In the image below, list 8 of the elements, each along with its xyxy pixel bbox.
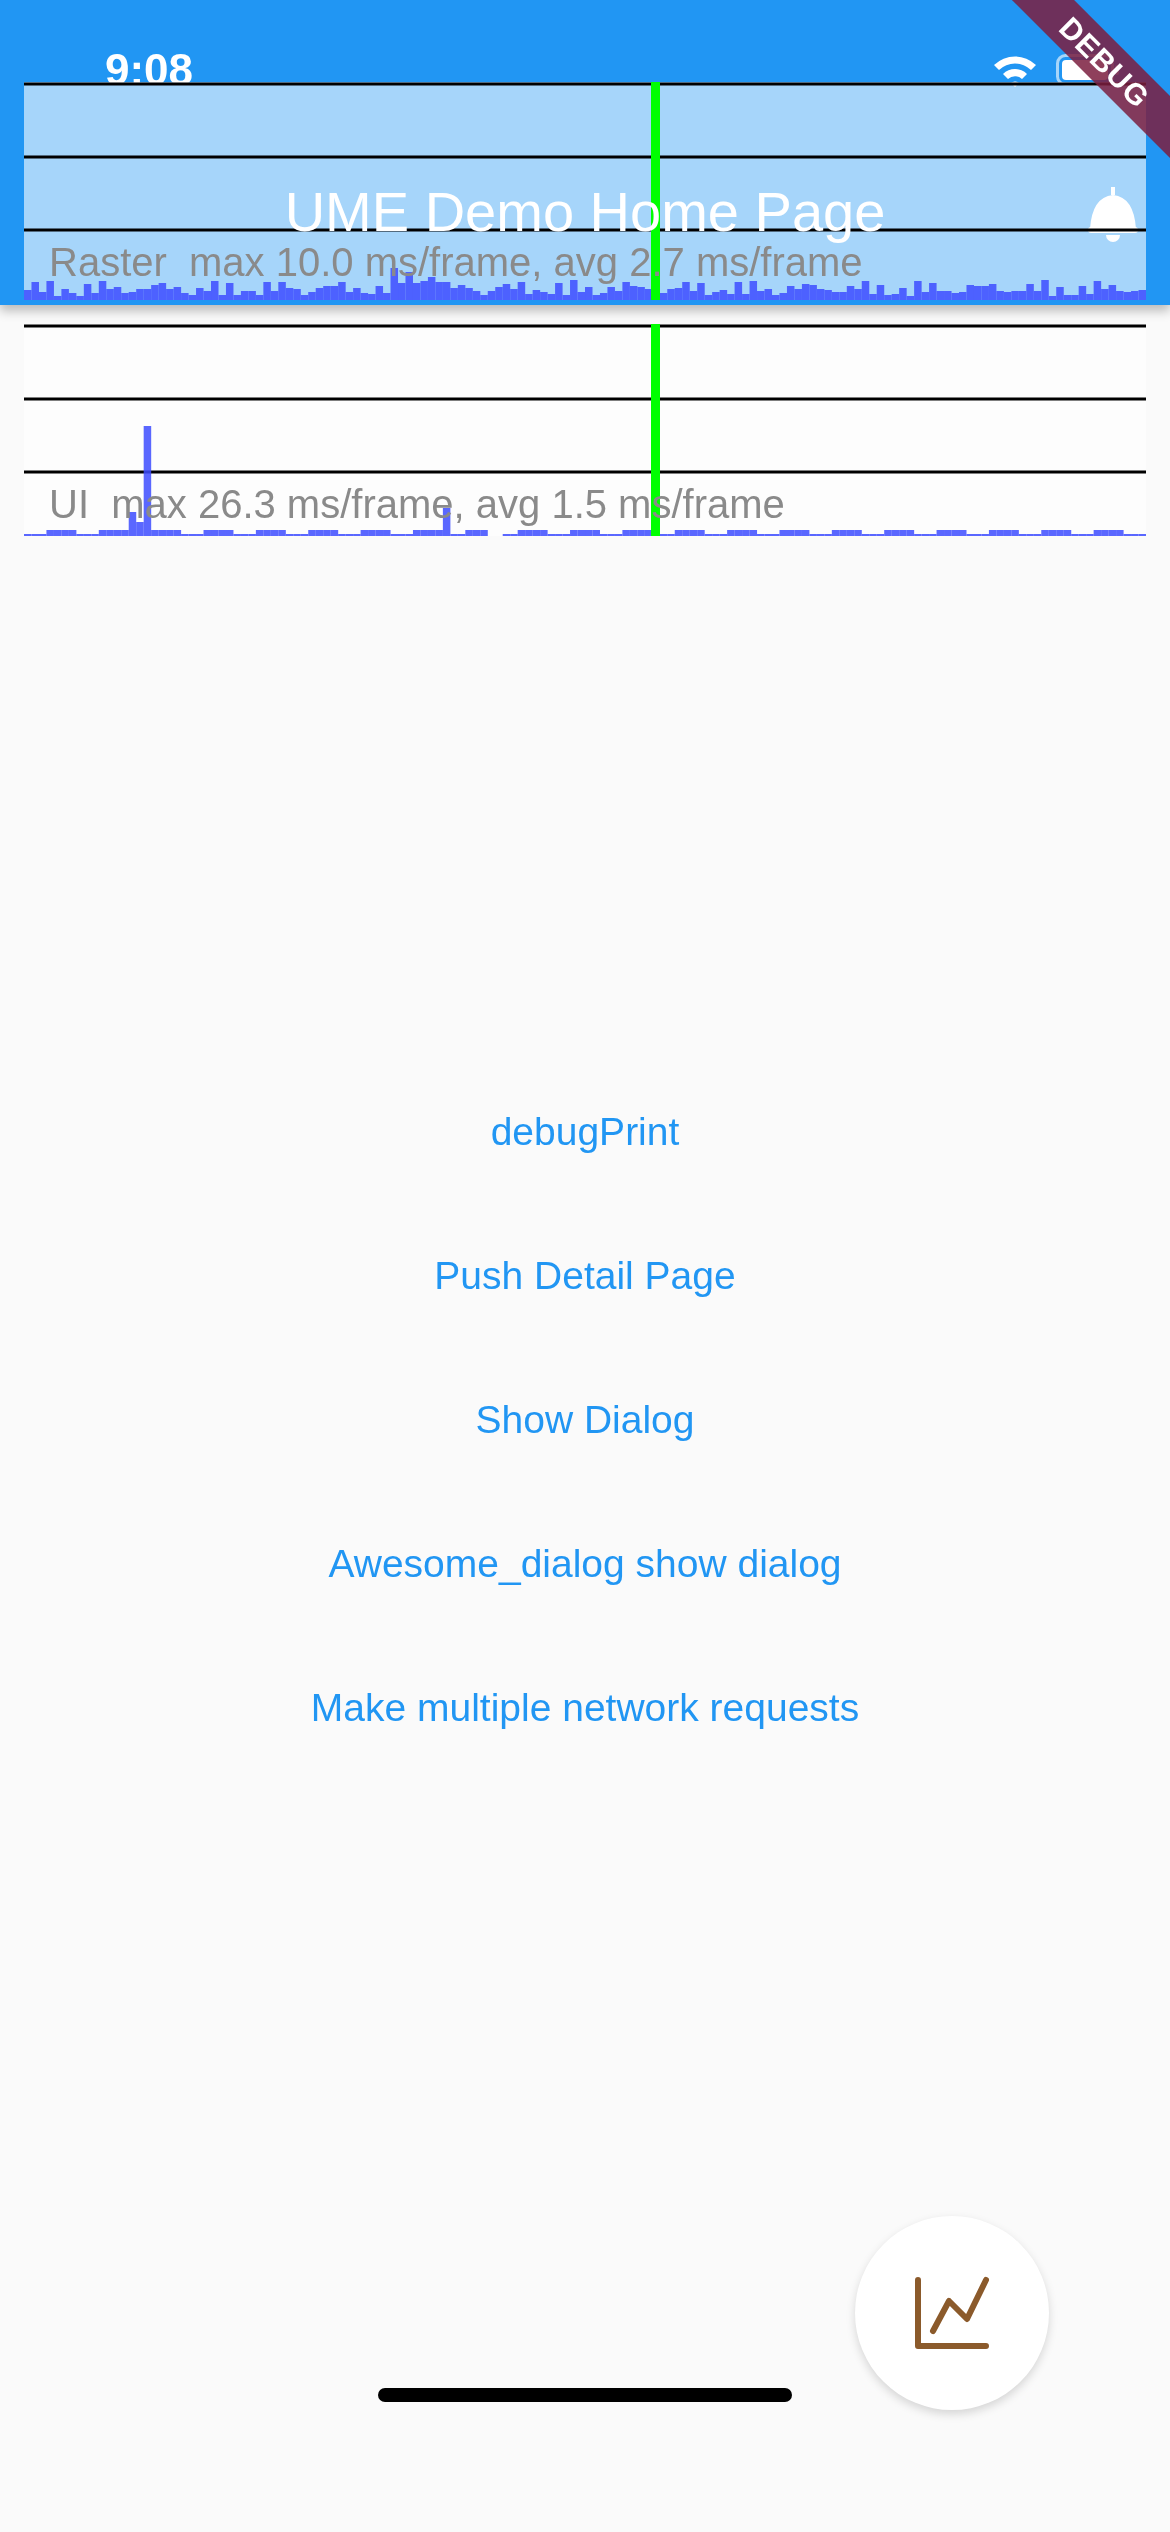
text-button[interactable]: Show Dialog — [459, 1388, 711, 1452]
text-button[interactable]: Awesome_dialog show dialog — [312, 1532, 858, 1596]
line-chart-icon — [914, 2276, 990, 2350]
text-button[interactable]: Make multiple network requests — [294, 1676, 876, 1740]
text-button[interactable]: debugPrint — [474, 1100, 696, 1164]
wifi-icon — [992, 53, 1038, 87]
bell-icon[interactable] — [1086, 185, 1140, 245]
text-button[interactable]: Push Detail Page — [418, 1244, 752, 1308]
